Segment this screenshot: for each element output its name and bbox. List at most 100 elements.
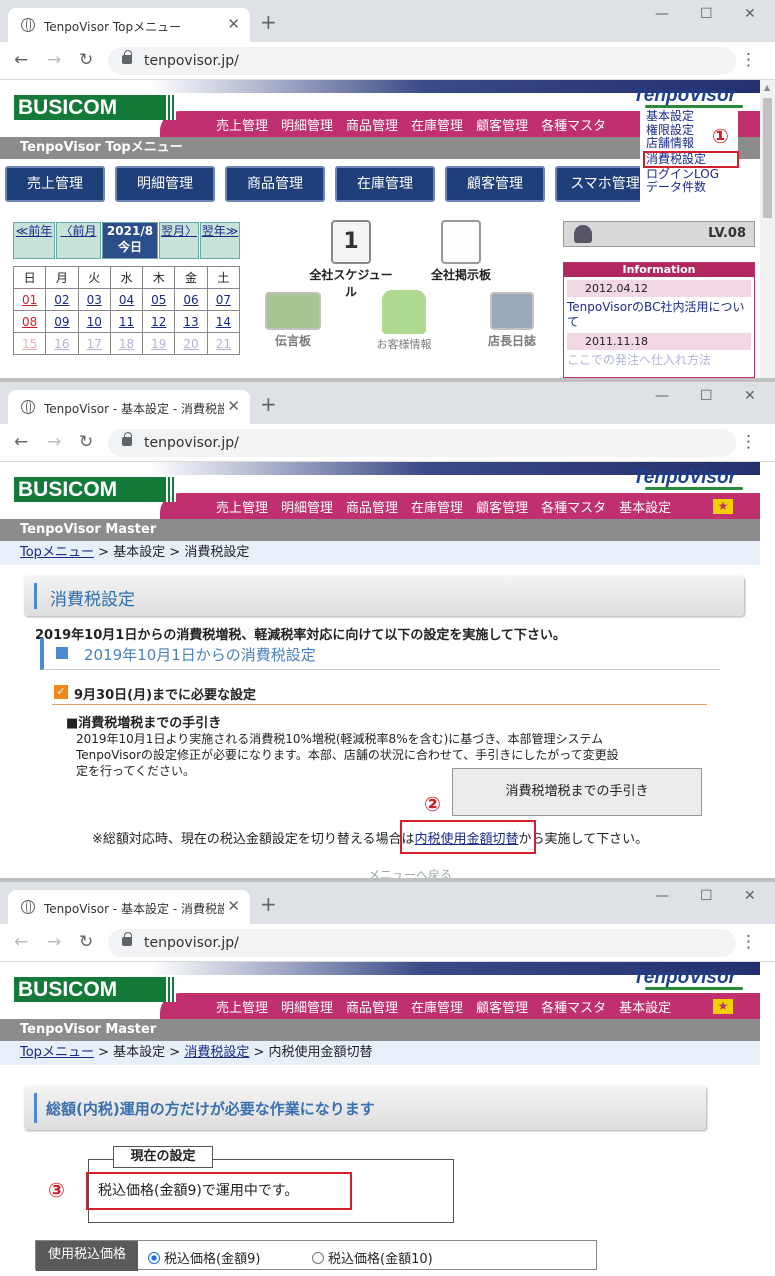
main-menu-details[interactable]: 明細管理 (115, 166, 215, 202)
header-menu-details[interactable]: 明細管理 (281, 997, 333, 1016)
breadcrumb-top-link[interactable]: Topメニュー (20, 545, 94, 560)
header-menu-sales[interactable]: 売上管理 (216, 115, 268, 134)
back-to-menu-link[interactable]: メニューへ戻る (368, 866, 452, 878)
maximize-icon[interactable]: ☐ (700, 388, 713, 404)
calendar-day[interactable]: 05 (142, 288, 176, 311)
close-tab-icon[interactable]: ✕ (227, 897, 240, 915)
forward-icon[interactable]: → (47, 932, 61, 952)
reload-icon[interactable]: ↻ (79, 932, 93, 952)
reload-icon[interactable]: ↻ (79, 432, 93, 452)
header-menu-products[interactable]: 商品管理 (346, 497, 398, 516)
calendar-day[interactable]: 08 (12, 310, 47, 333)
maximize-icon[interactable]: ☐ (700, 888, 713, 904)
breadcrumb-top-link[interactable]: Topメニュー (20, 1045, 94, 1060)
minimize-icon[interactable]: — (655, 388, 669, 404)
calendar-day[interactable]: 19 (142, 332, 176, 355)
calendar-day[interactable]: 01 (12, 288, 47, 311)
header-menu-details[interactable]: 明細管理 (281, 115, 333, 134)
customer-shortcut[interactable]: お客様情報 (370, 290, 438, 352)
calendar-day[interactable]: 09 (45, 310, 79, 333)
main-menu-stock[interactable]: 在庫管理 (335, 166, 435, 202)
new-tab-icon[interactable]: + (260, 892, 277, 916)
calendar-day[interactable]: 12 (142, 310, 176, 333)
header-menu-customers[interactable]: 顧客管理 (476, 497, 528, 516)
calendar-day[interactable]: 15 (12, 332, 47, 355)
header-menu-masters[interactable]: 各種マスタ (541, 497, 606, 516)
browser-tab[interactable]: TenpoVisor - 基本設定 - 消費税設定 ✕ (8, 890, 250, 924)
calendar-day[interactable]: 16 (45, 332, 79, 355)
menu-kebab-icon[interactable]: ⋮ (740, 432, 757, 452)
minimize-icon[interactable]: — (655, 6, 669, 22)
scroll-up-icon[interactable]: ▲ (764, 83, 770, 92)
calendar-day[interactable]: 17 (77, 332, 111, 355)
omnibox[interactable]: tenpovisor.jp/ (108, 47, 736, 75)
dropdown-tax-settings[interactable]: 消費税設定 (643, 150, 739, 168)
prev-year-link[interactable]: ≪前年 (13, 222, 55, 259)
back-icon[interactable]: ← (14, 50, 28, 70)
window-close-icon[interactable]: ✕ (744, 388, 756, 404)
forward-icon[interactable]: → (47, 50, 61, 70)
current-month[interactable]: 2021/8 今日 (102, 222, 158, 259)
header-menu-products[interactable]: 商品管理 (346, 115, 398, 134)
maximize-icon[interactable]: ☐ (700, 6, 713, 22)
header-menu-stock[interactable]: 在庫管理 (411, 115, 463, 134)
info-link[interactable]: ここでの発注へ仕入れ方法 (564, 353, 754, 368)
new-tab-icon[interactable]: + (260, 10, 277, 34)
header-menu-details[interactable]: 明細管理 (281, 497, 333, 516)
browser-tab[interactable]: TenpoVisor Topメニュー ✕ (8, 8, 250, 42)
next-year-link[interactable]: 翌年≫ (200, 222, 240, 259)
dropdown-login-log[interactable]: ログインLOG (646, 167, 738, 182)
next-month-link[interactable]: 翌月〉 (159, 222, 199, 259)
new-tab-icon[interactable]: + (260, 392, 277, 416)
radio-selected-icon[interactable] (148, 1252, 160, 1264)
omnibox[interactable]: tenpovisor.jp/ (108, 929, 736, 957)
header-menu-sales[interactable]: 売上管理 (216, 497, 268, 516)
main-menu-products[interactable]: 商品管理 (225, 166, 325, 202)
calendar-day[interactable]: 11 (109, 310, 144, 333)
forward-icon[interactable]: → (47, 432, 61, 452)
memo-shortcut[interactable]: 伝言板 (262, 292, 324, 349)
header-menu-sales[interactable]: 売上管理 (216, 997, 268, 1016)
favorite-star-icon[interactable]: ★ (713, 499, 733, 514)
browser-tab[interactable]: TenpoVisor - 基本設定 - 消費税設定 ✕ (8, 390, 250, 424)
diary-shortcut[interactable]: 店長日誌 (484, 292, 540, 349)
dropdown-data-count[interactable]: データ件数 (646, 181, 738, 195)
reload-icon[interactable]: ↻ (79, 50, 93, 70)
board-shortcut[interactable]: 全社掲示板 (425, 220, 497, 283)
dropdown-basic-settings[interactable]: 基本設定 (646, 110, 738, 124)
option-price10[interactable]: 税込価格(金額10) (312, 1248, 433, 1267)
favorite-star-icon[interactable]: ★ (713, 999, 733, 1014)
header-menu-stock[interactable]: 在庫管理 (411, 997, 463, 1016)
header-menu-basic-settings[interactable]: 基本設定 (619, 497, 671, 516)
prev-month-link[interactable]: 〈前月 (56, 222, 101, 259)
window-close-icon[interactable]: ✕ (744, 6, 756, 22)
schedule-shortcut[interactable]: 1 全社スケジュール (306, 220, 396, 300)
radio-unselected-icon[interactable] (312, 1252, 324, 1264)
header-menu-masters[interactable]: 各種マスタ (541, 997, 606, 1016)
close-tab-icon[interactable]: ✕ (227, 397, 240, 415)
header-menu-customers[interactable]: 顧客管理 (476, 997, 528, 1016)
header-menu-customers[interactable]: 顧客管理 (476, 115, 528, 134)
calendar-day[interactable]: 21 (206, 332, 241, 355)
calendar-day[interactable]: 06 (174, 288, 208, 311)
back-icon[interactable]: ← (14, 932, 28, 952)
breadcrumb-tax-link[interactable]: 消費税設定 (184, 1045, 249, 1060)
main-menu-sales[interactable]: 売上管理 (5, 166, 105, 202)
window-close-icon[interactable]: ✕ (744, 888, 756, 904)
calendar-day[interactable]: 13 (174, 310, 208, 333)
guide-button[interactable]: 消費税増税までの手引き (452, 768, 702, 816)
calendar-day[interactable]: 14 (206, 310, 241, 333)
minimize-icon[interactable]: — (655, 888, 669, 904)
calendar-day[interactable]: 04 (109, 288, 144, 311)
calendar-day[interactable]: 20 (174, 332, 208, 355)
info-link[interactable]: TenpoVisorのBC社内活用について (564, 300, 754, 330)
omnibox[interactable]: tenpovisor.jp/ (108, 429, 736, 457)
calendar-day[interactable]: 03 (77, 288, 111, 311)
menu-kebab-icon[interactable]: ⋮ (740, 932, 757, 952)
scroll-thumb[interactable] (763, 98, 772, 218)
calendar-day[interactable]: 18 (109, 332, 144, 355)
header-menu-stock[interactable]: 在庫管理 (411, 497, 463, 516)
menu-kebab-icon[interactable]: ⋮ (740, 50, 757, 70)
back-icon[interactable]: ← (14, 432, 28, 452)
calendar-day[interactable]: 07 (206, 288, 241, 311)
